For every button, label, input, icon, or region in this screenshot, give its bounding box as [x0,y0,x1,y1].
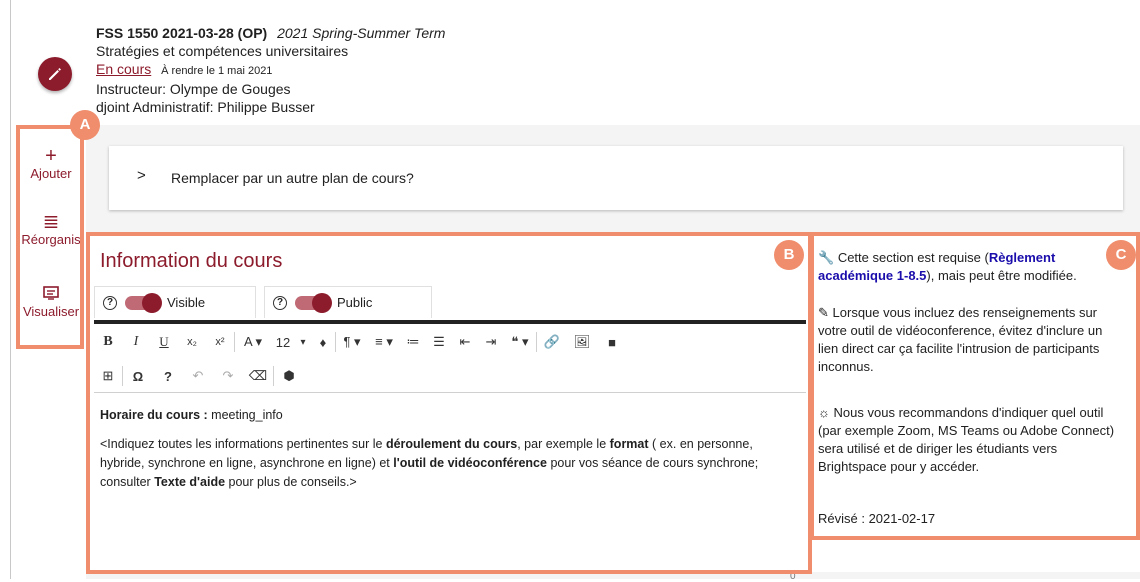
instructor: Instructeur: Olympe de Gouges [96,81,291,97]
annotation-box-c [810,232,1140,540]
course-title: Stratégies et compétences universitaires [96,43,349,59]
annotation-badge-a: A [70,110,100,140]
course-code: FSS 1550 2021-03-28 (OP) [96,25,268,41]
frame-edge [10,0,11,579]
status-link[interactable]: En cours [96,61,151,77]
course-term: 2021 Spring-Summer Term [277,25,446,41]
replace-plan-card[interactable]: > Remplacer par un autre plan de cours? [109,146,1123,210]
annotation-box-a [16,125,84,349]
annotation-badge-c: C [1106,240,1136,270]
due-date: À rendre le 1 mai 2021 [161,65,273,77]
annotation-badge-b: B [774,240,804,270]
pencil-icon [49,68,61,80]
annotation-box-b [86,232,812,574]
chevron-right-icon: > [137,167,146,184]
assistant: djoint Administratif: Philippe Busser [96,99,315,115]
replace-plan-label: Remplacer par un autre plan de cours? [171,170,414,186]
edit-button[interactable] [38,57,72,91]
course-header: FSS 1550 2021-03-28 (OP) 2021 Spring-Sum… [96,24,445,116]
